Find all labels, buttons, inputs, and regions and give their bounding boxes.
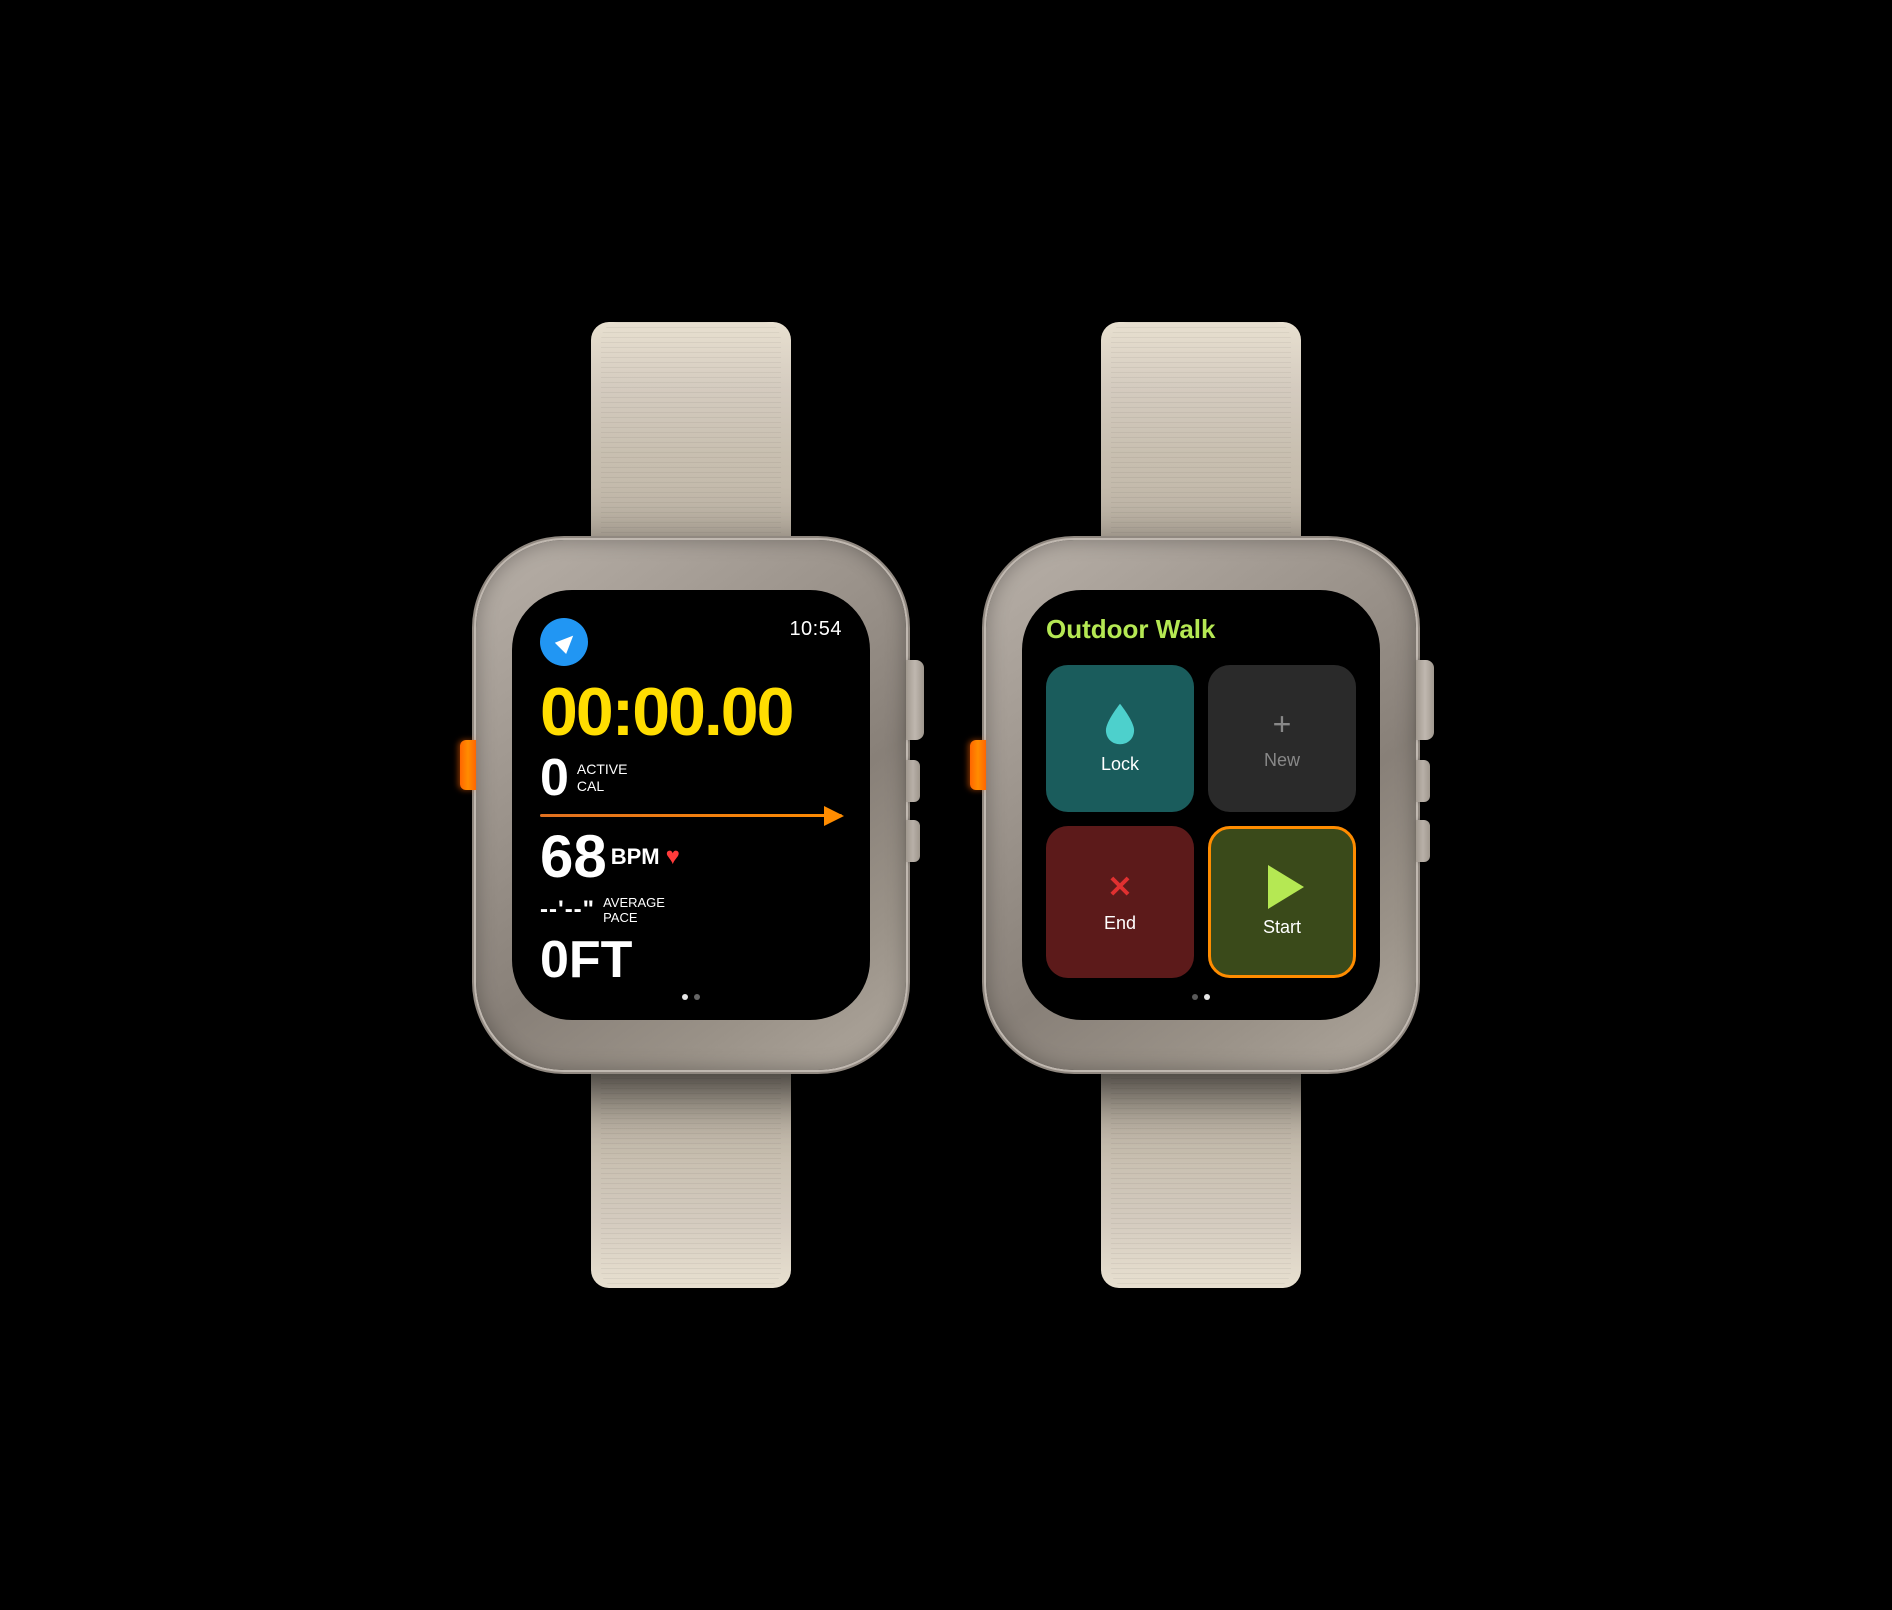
lock-button[interactable]: Lock	[1046, 665, 1194, 812]
side-button-top-2[interactable]	[1416, 760, 1430, 802]
side-button-top-1[interactable]	[906, 760, 920, 802]
side-button-bottom-2	[1416, 820, 1430, 862]
digital-crown-1[interactable]	[906, 660, 924, 740]
bpm-value: 68	[540, 827, 607, 887]
digital-crown-2[interactable]	[1416, 660, 1434, 740]
heart-icon: ♥	[666, 843, 680, 871]
action-button-1[interactable]	[460, 740, 476, 790]
dot-1	[682, 994, 688, 1000]
action-button-2[interactable]	[970, 740, 986, 790]
band-bottom-2	[1101, 1068, 1301, 1288]
new-workout-button[interactable]: New	[1208, 665, 1356, 812]
workout-header: 10:54	[540, 618, 842, 666]
x-icon	[1102, 869, 1138, 905]
pace-label: AVERAGE PACE	[603, 895, 665, 926]
page-indicator-1	[540, 986, 842, 1000]
start-button[interactable]: Start	[1208, 826, 1356, 979]
watch-2: Outdoor Walk Lock New	[986, 322, 1416, 1288]
current-time: 10:54	[789, 618, 842, 641]
menu-grid: Lock New End Start	[1046, 665, 1356, 978]
band-top-2	[1101, 322, 1301, 542]
plus-icon	[1264, 706, 1300, 742]
watch-body-2: Outdoor Walk Lock New	[986, 540, 1416, 1070]
calorie-label-1: ACTIVE	[577, 761, 628, 778]
band-top-1	[591, 322, 791, 542]
compass-arrow-icon	[555, 630, 579, 654]
watch-body-1: 10:54 00:00.00 0 ACTIVE CAL 68 BPM ♥	[476, 540, 906, 1070]
pace-value: --'--"	[540, 896, 595, 924]
page-indicator-2	[1046, 994, 1356, 1000]
end-label: End	[1104, 913, 1136, 934]
heart-rate-row: 68 BPM ♥	[540, 827, 842, 887]
watch-1: 10:54 00:00.00 0 ACTIVE CAL 68 BPM ♥	[476, 322, 906, 1288]
band-bottom-1	[591, 1068, 791, 1288]
lock-label: Lock	[1101, 754, 1139, 775]
end-button[interactable]: End	[1046, 826, 1194, 979]
calorie-label-2: CAL	[577, 778, 628, 795]
distance-value: 0FT	[540, 934, 842, 986]
workout-title: Outdoor Walk	[1046, 614, 1356, 645]
pace-label-2: PACE	[603, 910, 665, 926]
watch-screen-1: 10:54 00:00.00 0 ACTIVE CAL 68 BPM ♥	[512, 590, 870, 1020]
calories-row: 0 ACTIVE CAL	[540, 752, 842, 804]
calorie-count: 0	[540, 752, 569, 804]
dot-2	[694, 994, 700, 1000]
pace-label-1: AVERAGE	[603, 895, 665, 911]
workout-timer: 00:00.00	[540, 678, 842, 746]
watch-screen-2: Outdoor Walk Lock New	[1022, 590, 1380, 1020]
workout-menu-screen: Outdoor Walk Lock New	[1022, 590, 1380, 1020]
side-button-bottom-1	[906, 820, 920, 862]
navigation-icon	[540, 618, 588, 666]
play-icon	[1268, 865, 1304, 909]
calorie-label: ACTIVE CAL	[577, 761, 628, 795]
bpm-unit: BPM	[611, 844, 660, 870]
start-label: Start	[1263, 917, 1301, 938]
progress-arrow	[540, 814, 842, 817]
new-label: New	[1264, 750, 1300, 771]
water-drop-icon	[1102, 702, 1138, 746]
menu-dot-2	[1204, 994, 1210, 1000]
pace-row: --'--" AVERAGE PACE	[540, 895, 842, 926]
workout-screen: 10:54 00:00.00 0 ACTIVE CAL 68 BPM ♥	[512, 590, 870, 1020]
menu-dot-1	[1192, 994, 1198, 1000]
